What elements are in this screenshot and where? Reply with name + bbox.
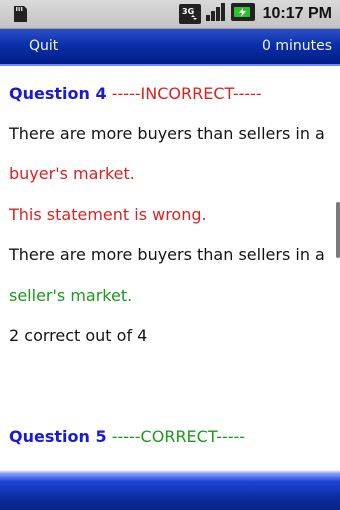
bottom-bar	[0, 470, 340, 510]
question-4-verdict: This statement is wrong.	[9, 205, 207, 224]
results-list[interactable]: Question 4 -----INCORRECT----- There are…	[0, 66, 340, 470]
question-5-result: -----CORRECT-----	[111, 427, 246, 446]
question-4-header: Question 4 -----INCORRECT-----	[9, 84, 262, 104]
scrollbar[interactable]	[336, 202, 340, 258]
status-time: 10:17 PM	[262, 5, 332, 22]
network-3g-icon: 3G	[178, 4, 201, 24]
status-bar: 3G 10:17 PM	[0, 0, 340, 29]
score-text: 2 correct out of 4	[9, 326, 148, 345]
timer-label: 0 minutes	[261, 38, 332, 54]
question-4-label: Question 4	[9, 84, 107, 103]
question-4-statement-line1: There are more buyers than sellers in a	[9, 124, 325, 143]
question-4-result: -----INCORRECT-----	[111, 84, 262, 103]
question-4-correction-line1: There are more buyers than sellers in a	[9, 245, 325, 264]
battery-icon	[230, 2, 255, 26]
signal-icon	[205, 2, 227, 26]
title-bar: Quit 0 minutes	[0, 29, 340, 66]
network-label: 3G	[182, 7, 194, 16]
question-4-correction-line2: seller's market.	[9, 286, 133, 305]
question-4-statement-line2: buyer's market.	[9, 164, 135, 183]
sd-card-icon	[10, 4, 30, 24]
quit-button[interactable]: Quit	[29, 38, 58, 54]
question-5-header: Question 5 -----CORRECT-----	[9, 427, 245, 447]
question-5-label: Question 5	[9, 427, 107, 446]
